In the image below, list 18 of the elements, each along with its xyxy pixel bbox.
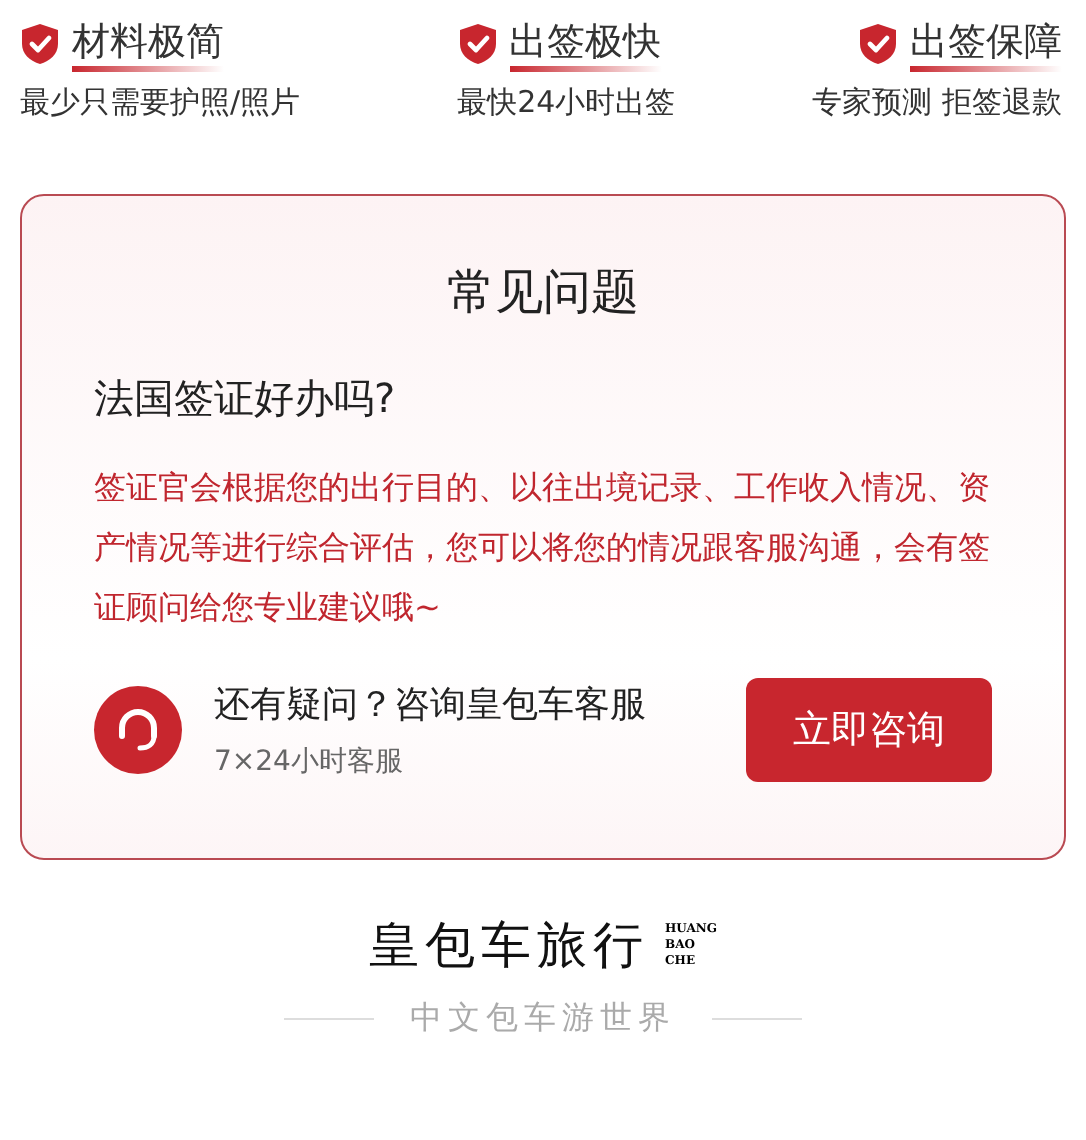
consult-button[interactable]: 立即咨询 bbox=[746, 678, 992, 782]
slogan: 中文包车游世界 bbox=[410, 998, 676, 1040]
faq-question: 法国签证好办吗? bbox=[94, 372, 398, 426]
service-hours: 7×24小时客服 bbox=[214, 744, 405, 780]
feature-title: 出签极快 bbox=[509, 16, 662, 72]
feature-title: 出签保障 bbox=[910, 16, 1062, 72]
headset-icon bbox=[94, 686, 182, 774]
feature-subtitle: 最少只需要护照/照片 bbox=[20, 84, 301, 122]
feature-subtitle: 最快24小时出签 bbox=[457, 84, 676, 122]
contact-title: 还有疑问？咨询皇包车客服 bbox=[214, 682, 648, 728]
shield-check-icon bbox=[858, 22, 898, 66]
faq-answer: 签证官会根据您的出行目的、以往出境记录、工作收入情况、资产情况等进行综合评估，您可以将您的情况跟客服沟通，会有签证顾问给您专业建议哦~ bbox=[94, 466, 992, 630]
shield-check-icon bbox=[457, 22, 498, 66]
faq-heading: 常见问题 bbox=[445, 262, 641, 324]
brand-name: 皇包车旅行 bbox=[369, 914, 649, 978]
feature-subtitle: 专家预测 拒签退款 bbox=[812, 84, 1062, 122]
shield-check-icon bbox=[20, 22, 60, 66]
feature-title: 材料极简 bbox=[72, 16, 224, 72]
